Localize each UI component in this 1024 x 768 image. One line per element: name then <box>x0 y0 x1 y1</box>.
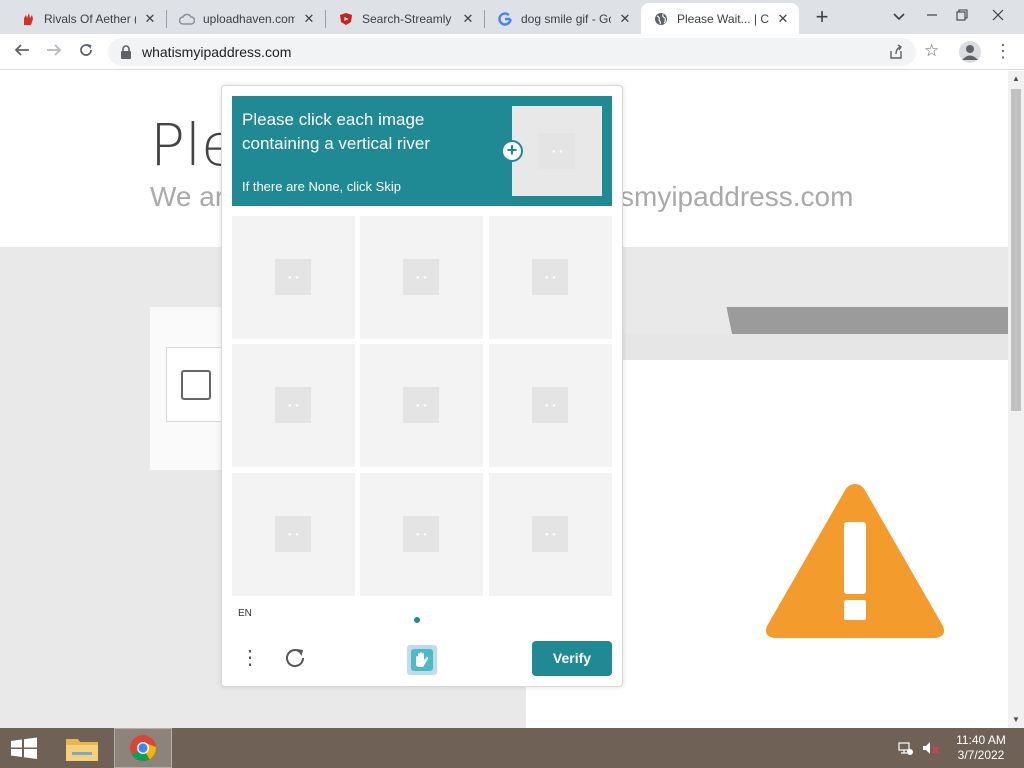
captcha-hint: If there are None, click Skip <box>242 179 401 194</box>
captcha-tile[interactable]: ● ● <box>360 344 483 467</box>
restore-button[interactable] <box>948 4 976 28</box>
captcha-tile[interactable]: ● ● <box>489 473 612 596</box>
tab-strip: Rivals Of Aether ( ✕ uploadhaven.com ✕ S… <box>0 0 1024 34</box>
image-placeholder-icon: ● ● <box>532 516 568 552</box>
image-placeholder-icon: ● ● <box>532 387 568 423</box>
captcha-tile[interactable]: ● ● <box>360 216 483 339</box>
tab-uploadhaven[interactable]: uploadhaven.com ✕ <box>167 3 325 34</box>
google-icon <box>497 11 513 27</box>
tab-title: dog smile gif - Go <box>521 11 611 26</box>
image-placeholder-icon: ● ● <box>275 516 311 552</box>
close-window-button[interactable] <box>984 4 1012 28</box>
more-options-icon[interactable]: ⋮ <box>994 40 1012 64</box>
captcha-dialog: Please click each image containing a ver… <box>221 85 623 687</box>
scroll-thumb[interactable] <box>1011 89 1021 411</box>
close-icon[interactable]: ✕ <box>301 11 317 27</box>
share-icon[interactable] <box>888 44 904 60</box>
streamly-shield-icon <box>338 11 354 27</box>
captcha-tile[interactable]: ● ● <box>232 473 355 596</box>
tab-rivals-of-aether[interactable]: Rivals Of Aether ( ✕ <box>8 3 166 34</box>
expand-sample-icon[interactable]: + <box>501 140 523 162</box>
captcha-menu-icon[interactable]: ⋮ <box>240 644 260 674</box>
cloud-icon <box>179 11 195 27</box>
file-explorer-icon[interactable] <box>56 728 108 768</box>
captcha-image-grid: ● ● ● ● ● ● ● ● ● ● ● ● ● ● ● ● ● ● <box>232 216 612 596</box>
image-placeholder-icon: ● ● <box>403 516 439 552</box>
chrome-taskbar-icon[interactable] <box>114 728 172 768</box>
hcaptcha-logo-icon <box>407 645 437 675</box>
captcha-tile[interactable]: ● ● <box>489 216 612 339</box>
chevron-down-icon[interactable] <box>885 4 913 28</box>
profile-avatar[interactable] <box>959 41 981 63</box>
lock-icon[interactable] <box>120 45 132 59</box>
tab-please-wait[interactable]: Please Wait... | Clo ✕ <box>641 3 799 34</box>
scroll-down-icon[interactable]: ▼ <box>1008 712 1024 728</box>
system-clock[interactable]: 11:40 AM 3/7/2022 <box>946 733 1016 763</box>
page-scrollbar[interactable]: ▲ ▼ <box>1008 71 1024 728</box>
image-placeholder-icon: ● ● <box>539 133 575 169</box>
verify-button[interactable]: Verify <box>532 641 612 676</box>
captcha-tile[interactable]: ● ● <box>232 344 355 467</box>
close-icon[interactable]: ✕ <box>775 11 791 27</box>
tab-title: uploadhaven.com <box>203 11 295 26</box>
image-placeholder-icon: ● ● <box>403 259 439 295</box>
forward-button[interactable] <box>42 40 66 64</box>
network-icon[interactable] <box>898 740 914 756</box>
decorative-strip-notch <box>622 307 732 334</box>
tab-title: Search-Streamly <box>362 11 452 26</box>
windows-start-icon[interactable] <box>0 728 48 768</box>
captcha-header: Please click each image containing a ver… <box>232 96 612 206</box>
captcha-sample-image: ● ● <box>512 106 602 196</box>
close-icon[interactable]: ✕ <box>460 11 476 27</box>
captcha-prompt: Please click each image containing a ver… <box>242 110 431 153</box>
url-text[interactable]: whatismyipaddress.com <box>142 44 291 60</box>
captcha-tile[interactable]: ● ● <box>489 344 612 467</box>
language-selector[interactable]: EN <box>238 608 252 619</box>
image-placeholder-icon: ● ● <box>403 387 439 423</box>
captcha-tile[interactable]: ● ● <box>232 216 355 339</box>
bookmark-star-icon[interactable]: ☆ <box>924 41 939 61</box>
browser-toolbar: whatismyipaddress.com ☆ ⋮ <box>0 34 1024 70</box>
tab-title: Please Wait... | Clo <box>677 11 769 26</box>
scroll-up-icon[interactable]: ▲ <box>1008 71 1024 87</box>
address-bar[interactable]: whatismyipaddress.com ☆ <box>108 38 939 66</box>
volume-muted-icon[interactable] <box>922 740 940 756</box>
tab-dog-smile-gif[interactable]: dog smile gif - Go ✕ <box>485 3 641 34</box>
clock-date: 3/7/2022 <box>957 748 1005 762</box>
tab-search-streamly[interactable]: Search-Streamly ✕ <box>326 3 484 34</box>
new-tab-button[interactable]: + <box>810 6 834 30</box>
tab-title: Rivals Of Aether ( <box>44 11 136 26</box>
page-subtitle-domain: smyipaddress.com <box>620 181 854 212</box>
image-placeholder-icon: ● ● <box>532 259 568 295</box>
close-icon[interactable]: ✕ <box>617 11 633 27</box>
refresh-icon[interactable] <box>282 645 308 671</box>
human-verification-checkbox[interactable] <box>181 370 211 400</box>
minimize-button[interactable] <box>918 4 946 28</box>
windows-taskbar: 11:40 AM 3/7/2022 <box>0 728 1024 768</box>
page-subtitle: We ar <box>150 181 225 212</box>
back-button[interactable] <box>10 40 34 64</box>
warning-icon <box>765 484 945 638</box>
captcha-tile[interactable]: ● ● <box>360 473 483 596</box>
clock-time: 11:40 AM <box>956 733 1006 747</box>
page-indicator-dot <box>414 617 420 623</box>
reload-button[interactable] <box>74 40 98 64</box>
close-icon[interactable]: ✕ <box>142 11 158 27</box>
red-hand-icon <box>20 11 36 27</box>
decorative-strip-light <box>622 334 1008 360</box>
globe-icon <box>653 11 669 27</box>
image-placeholder-icon: ● ● <box>275 387 311 423</box>
image-placeholder-icon: ● ● <box>275 259 311 295</box>
